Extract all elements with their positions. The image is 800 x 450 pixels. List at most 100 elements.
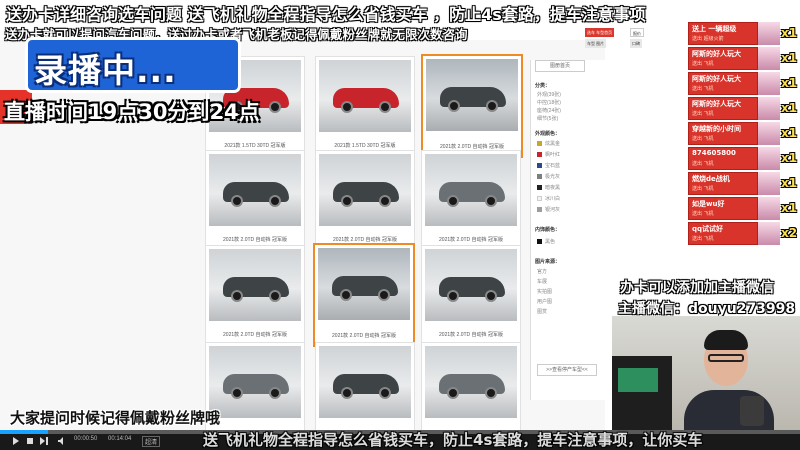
car-photo <box>425 346 517 418</box>
gift-count: x1 <box>781 176 798 190</box>
volume-icon[interactable] <box>58 437 66 445</box>
color-swatch <box>537 174 542 180</box>
nav-button-review[interactable]: 口碑 <box>630 39 642 48</box>
stop-icon[interactable] <box>26 437 34 445</box>
stream-stage: 2021款 1.5TD 30TD 冠军版 2021款 1.5TD 30TD 冠军… <box>0 0 800 450</box>
microphone-icon <box>740 396 764 426</box>
color-option[interactable]: 枫叶红 <box>537 151 560 158</box>
card-caption: 2021款 2.0TD 自动挡 冠军版 <box>223 332 287 338</box>
wechat-notice: 办卡可以添加加主播微信 <box>620 280 774 296</box>
gift-desc: 送出 飞机 <box>692 111 714 117</box>
car-photo <box>319 346 411 418</box>
gallery-card[interactable]: 2021款 2.0TD 自动挡 冠军版 <box>205 245 305 345</box>
gift-item: 燃烧de战机 送出 飞机 x1 <box>688 172 800 195</box>
gift-desc: 送出 飞机 <box>692 236 714 242</box>
color-option[interactable]: 黑色 <box>537 238 555 245</box>
gift-feed: 送上 一辆超级 送出 超级火箭 x1 阿斯的好人玩大 送出 飞机 x1 阿斯的好… <box>688 22 800 246</box>
wechat-id: 主播微信：douyu273998 <box>618 301 796 317</box>
gift-count: x1 <box>781 101 798 115</box>
gift-count: x2 <box>781 226 798 240</box>
top-banner-text: 送办卡详细咨询选车问题 送飞机礼物全程指导怎么省钱买车 ，防止4s套路，提车注意… <box>6 5 646 24</box>
color-option[interactable]: 暗夜黑 <box>537 184 560 191</box>
scrolling-marquee: 送飞机礼物全程指导怎么省钱买车，防止4s套路，提车注意事项，让你买车 <box>203 431 703 449</box>
gift-avatar <box>758 122 780 145</box>
car-photo <box>209 154 301 226</box>
color-name: 极光灰 <box>545 174 561 180</box>
view-discontinued-button[interactable]: >>查看停产车型<< <box>537 364 597 376</box>
gift-desc: 送出 飞机 <box>692 186 714 192</box>
gift-item: 送上 一辆超级 送出 超级火箭 x1 <box>688 22 800 45</box>
gift-count: x1 <box>781 26 798 40</box>
color-option[interactable]: 宝石蓝 <box>537 162 560 169</box>
gallery-card[interactable]: 2021款 1.5TD 30TD 冠军版 <box>315 56 415 156</box>
filter-heading-source: 图片来源： <box>535 259 561 265</box>
gift-avatar <box>758 222 780 245</box>
card-caption: 2021款 2.0TD 自动挡 冠军版 <box>332 333 396 339</box>
gift-desc: 送出 飞机 <box>692 161 714 167</box>
card-caption: 2021款 1.5TD 30TD 冠军版 <box>224 143 286 149</box>
color-option[interactable]: 银河灰 <box>537 206 560 213</box>
color-option[interactable]: 冰川白 <box>537 195 560 202</box>
gift-sender: qq试试好 <box>692 225 724 233</box>
gift-avatar <box>758 22 780 45</box>
gift-item: 穿越新的小时间 送出 飞机 x1 <box>688 122 800 145</box>
gallery-home-button[interactable]: 图册首页 <box>535 60 585 72</box>
gift-item: 874605800 送出 飞机 x1 <box>688 147 800 170</box>
quality-button[interactable]: 超清 <box>142 436 161 447</box>
glasses-icon <box>708 354 744 362</box>
filter-option[interactable]: 外观(39张) <box>537 91 561 98</box>
gift-desc: 送出 超级火箭 <box>692 36 724 42</box>
nav-button-gallery[interactable]: 车型 图片 <box>585 39 607 48</box>
gift-desc: 送出 飞机 <box>692 61 714 67</box>
filter-option[interactable]: 官方 <box>537 268 547 275</box>
gallery-card[interactable]: 2021款 2.0TD 自动挡 冠军版 <box>315 150 415 250</box>
car-photo <box>319 154 411 226</box>
gift-sender: 阿斯的好人玩大 <box>692 100 741 108</box>
color-swatch <box>537 196 542 202</box>
filter-option[interactable]: 实拍图 <box>537 288 552 295</box>
filter-option[interactable]: 中控(18张) <box>537 99 561 106</box>
car-photo <box>319 60 411 132</box>
color-option[interactable]: 炫黑金 <box>537 140 560 147</box>
gift-item: 如是wu好 送出 飞机 x1 <box>688 197 800 220</box>
streamer-hair <box>704 330 748 350</box>
next-icon[interactable] <box>40 437 48 445</box>
gallery-card[interactable] <box>315 342 415 442</box>
card-caption: 2021款 1.5TD 30TD 冠军版 <box>334 143 396 149</box>
gallery-card-hover[interactable]: 2021款 2.0TD 自动挡 冠军版 <box>313 243 415 347</box>
car-photo <box>426 59 518 131</box>
nav-button-select[interactable]: 选车 车型首页 <box>585 28 615 37</box>
gift-desc: 送出 飞机 <box>692 136 714 142</box>
gallery-card[interactable]: 2021款 2.0TD 自动挡 冠军版 <box>421 245 521 345</box>
card-caption: 2021款 2.0TD 自动挡 冠军版 <box>439 332 503 338</box>
color-swatch <box>537 152 542 158</box>
filter-option[interactable]: 用户图 <box>537 298 552 305</box>
gift-item: 阿斯的好人玩大 送出 飞机 x1 <box>688 72 800 95</box>
gift-item: 阿斯的好人玩大 送出 飞机 x1 <box>688 47 800 70</box>
current-time: 00:00:50 <box>74 436 98 442</box>
background-monitor <box>618 368 658 392</box>
color-option[interactable]: 极光灰 <box>537 173 560 180</box>
gallery-card-selected[interactable]: 2021款 2.0TD 自动挡 冠军版 <box>421 54 523 158</box>
gift-item: 阿斯的好人玩大 送出 飞机 x1 <box>688 97 800 120</box>
filter-option[interactable]: 车展 <box>537 278 547 285</box>
color-swatch <box>537 207 542 213</box>
gift-avatar <box>758 147 780 170</box>
filter-option[interactable]: 细节(5张) <box>537 115 558 122</box>
play-icon[interactable] <box>12 437 20 445</box>
gift-count: x1 <box>781 201 798 215</box>
gallery-card[interactable] <box>421 342 521 442</box>
card-caption: 2021款 2.0TD 自动挡 冠军版 <box>333 237 397 243</box>
car-photo <box>425 249 517 321</box>
recording-badge: 录播中... <box>28 40 238 90</box>
nav-button-price[interactable]: 报价 <box>630 28 644 37</box>
car-photo <box>318 248 410 320</box>
gallery-card[interactable]: 2021款 2.0TD 自动挡 冠军版 <box>421 150 521 250</box>
car-photo <box>209 346 301 418</box>
filter-heading-exterior: 外观颜色： <box>535 131 561 137</box>
streamer-webcam <box>612 316 800 434</box>
filter-option[interactable]: 图赏 <box>537 308 547 315</box>
gallery-card[interactable]: 2021款 2.0TD 自动挡 冠军版 <box>205 150 305 250</box>
filter-option[interactable]: 座椅(24张) <box>537 107 561 114</box>
gift-sender: 穿越新的小时间 <box>692 125 741 133</box>
